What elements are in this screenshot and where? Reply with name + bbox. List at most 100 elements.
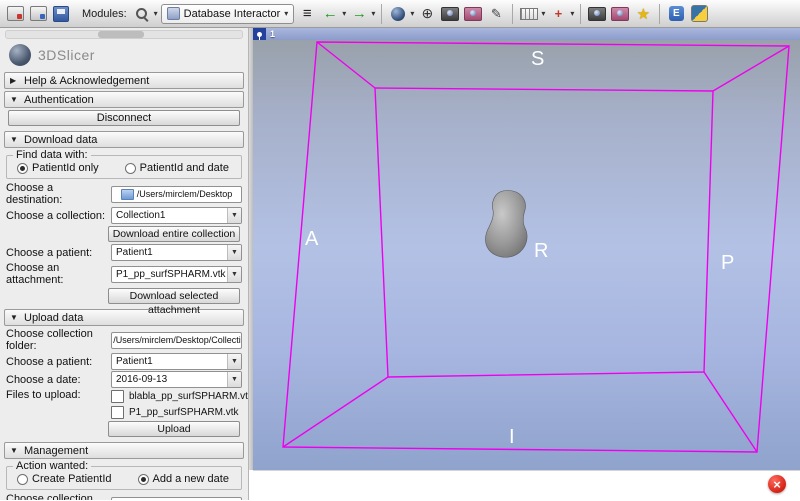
section-management[interactable]: ▼ Management <box>4 442 244 459</box>
markups-caret-icon[interactable]: ▾ <box>570 9 574 18</box>
destination-label: Choose a destination: <box>6 182 107 206</box>
upload-folder-field[interactable]: /Users/mirclem/Desktop/Collection1 <box>111 332 242 349</box>
section-help-acknowledgement[interactable]: ▶ Help & Acknowledgement <box>4 72 244 89</box>
radio-create-patientid[interactable]: Create PatientId <box>17 473 112 485</box>
download-collection-button[interactable]: Download entire collection <box>108 226 240 242</box>
threed-view-controller-bar[interactable]: 1 <box>253 28 800 40</box>
module-selector-value: Database Interactor <box>184 8 281 20</box>
download-data-body: Find data with: PatientId only PatientId… <box>3 155 245 308</box>
checkbox-icon <box>111 390 124 403</box>
threed-canvas[interactable]: S A R P I <box>253 40 800 470</box>
section-label: Help & Acknowledgement <box>24 75 149 87</box>
layout-selector-icon[interactable] <box>388 4 408 24</box>
module-search-caret-icon[interactable]: ▾ <box>154 9 158 18</box>
view-label: 1 <box>270 29 275 39</box>
collection-label: Choose a collection: <box>6 210 107 222</box>
chevron-down-icon: ▼ <box>227 245 241 260</box>
axis-label-inferior: I <box>509 426 515 449</box>
radio-icon <box>138 474 149 485</box>
download-patient-combobox[interactable]: Patient1 ▼ <box>111 244 242 261</box>
chevron-down-icon: ▼ <box>227 208 241 223</box>
history-forward-caret-icon[interactable]: ▾ <box>371 9 375 18</box>
download-attachment-button[interactable]: Download selected attachment <box>108 288 240 304</box>
upload-folder-label: Choose collection folder: <box>6 328 107 352</box>
management-folder-label: Choose collection folder: <box>6 493 107 500</box>
upload-button[interactable]: Upload <box>108 421 240 437</box>
find-data-groupbox: Find data with: PatientId only PatientId… <box>6 155 242 179</box>
slicer-logo-icon <box>9 44 31 66</box>
close-error-button[interactable]: × <box>768 475 786 493</box>
module-history-back-icon[interactable]: ← <box>320 4 340 24</box>
mouse-interaction-icon[interactable]: ✎ <box>486 4 506 24</box>
pin-icon <box>257 32 262 37</box>
save-scene-icon[interactable] <box>51 4 71 24</box>
close-icon: × <box>773 477 781 492</box>
panel-horizontal-scrollbar[interactable] <box>5 30 243 39</box>
disconnect-button[interactable]: Disconnect <box>8 110 240 126</box>
upload-date-label: Choose a date: <box>6 374 107 386</box>
view-pin-button[interactable] <box>253 28 266 40</box>
axis-label-anterior: A <box>305 228 318 251</box>
file-checkbox-row[interactable]: P1_pp_surfSPHARM.vtk <box>111 406 249 419</box>
authentication-body: Disconnect <box>3 110 245 130</box>
file-name: blabla_pp_surfSPHARM.vtk <box>129 391 249 402</box>
section-label: Management <box>24 445 88 457</box>
toolbar-separator <box>512 4 513 24</box>
layout-caret-icon[interactable]: ▾ <box>410 9 414 18</box>
scene-view-icon[interactable] <box>463 4 483 24</box>
attachment-combobox[interactable]: P1_pp_surfSPHARM.vtk ▼ <box>111 266 242 283</box>
ruler-icon[interactable] <box>519 4 539 24</box>
destination-path-field[interactable]: /Users/mirclem/Desktop <box>111 186 242 203</box>
scrollbar-thumb[interactable] <box>98 31 144 38</box>
management-body: Action wanted: Create PatientId Add a ne… <box>3 466 245 500</box>
patient-value: Patient1 <box>112 356 227 367</box>
python-console-icon[interactable] <box>689 4 709 24</box>
axis-label-superior: S <box>531 48 544 71</box>
upload-date-combobox[interactable]: 2016-09-13 ▼ <box>111 371 242 388</box>
patient-label: Choose a patient: <box>6 247 107 259</box>
radio-add-new-date[interactable]: Add a new date <box>138 473 229 485</box>
markups-icon[interactable]: + <box>548 4 568 24</box>
section-upload-data[interactable]: ▼ Upload data <box>4 309 244 326</box>
history-back-caret-icon[interactable]: ▾ <box>342 9 346 18</box>
axis-label-right: R <box>534 240 548 263</box>
crosshair-icon[interactable]: ⊕ <box>417 4 437 24</box>
checkbox-icon <box>111 406 124 419</box>
patient-value: Patient1 <box>112 247 227 258</box>
radio-patientid-and-date[interactable]: PatientId and date <box>125 162 229 174</box>
radio-label: Create PatientId <box>32 473 112 485</box>
section-label: Upload data <box>24 312 83 324</box>
toolbar-separator <box>580 4 581 24</box>
attachment-value: P1_pp_surfSPHARM.vtk <box>112 269 227 280</box>
load-dicom-icon[interactable] <box>5 4 25 24</box>
radio-icon <box>17 474 28 485</box>
section-label: Download data <box>24 134 97 146</box>
load-data-icon[interactable] <box>28 4 48 24</box>
collapse-arrow-icon: ▼ <box>10 135 19 144</box>
files-to-upload-label: Files to upload: <box>6 389 107 401</box>
extensions-manager-icon[interactable]: E <box>666 4 686 24</box>
module-list-icon[interactable]: ≡ <box>297 4 317 24</box>
module-selector[interactable]: Database Interactor ▾ <box>161 4 295 24</box>
section-download-data[interactable]: ▼ Download data <box>4 131 244 148</box>
ruler-caret-icon[interactable]: ▾ <box>541 9 545 18</box>
collapse-arrow-icon: ▼ <box>10 446 19 455</box>
date-value: 2016-09-13 <box>112 374 227 385</box>
radio-label: PatientId and date <box>140 162 229 174</box>
management-folder-field[interactable]: /Users/mirclem/Desktop/Collection1 <box>111 497 242 501</box>
radio-patientid-only[interactable]: PatientId only <box>17 162 99 174</box>
upload-patient-combobox[interactable]: Patient1 ▼ <box>111 353 242 370</box>
radio-label: Add a new date <box>153 473 229 485</box>
collection-combobox[interactable]: Collection1 ▼ <box>111 207 242 224</box>
attachment-label: Choose an attachment: <box>6 262 107 286</box>
screenshot-icon[interactable] <box>440 4 460 24</box>
extensions-install-icon[interactable]: ★ <box>633 4 653 24</box>
restore-view-icon[interactable] <box>610 4 630 24</box>
file-checkbox-row[interactable]: blabla_pp_surfSPHARM.vtk <box>111 390 249 403</box>
chevron-down-icon: ▼ <box>227 354 241 369</box>
capture-view-icon[interactable] <box>587 4 607 24</box>
module-search-icon[interactable] <box>132 4 152 24</box>
threed-scene <box>253 40 800 470</box>
section-authentication[interactable]: ▼ Authentication <box>4 91 244 108</box>
module-history-forward-icon[interactable]: → <box>349 4 369 24</box>
